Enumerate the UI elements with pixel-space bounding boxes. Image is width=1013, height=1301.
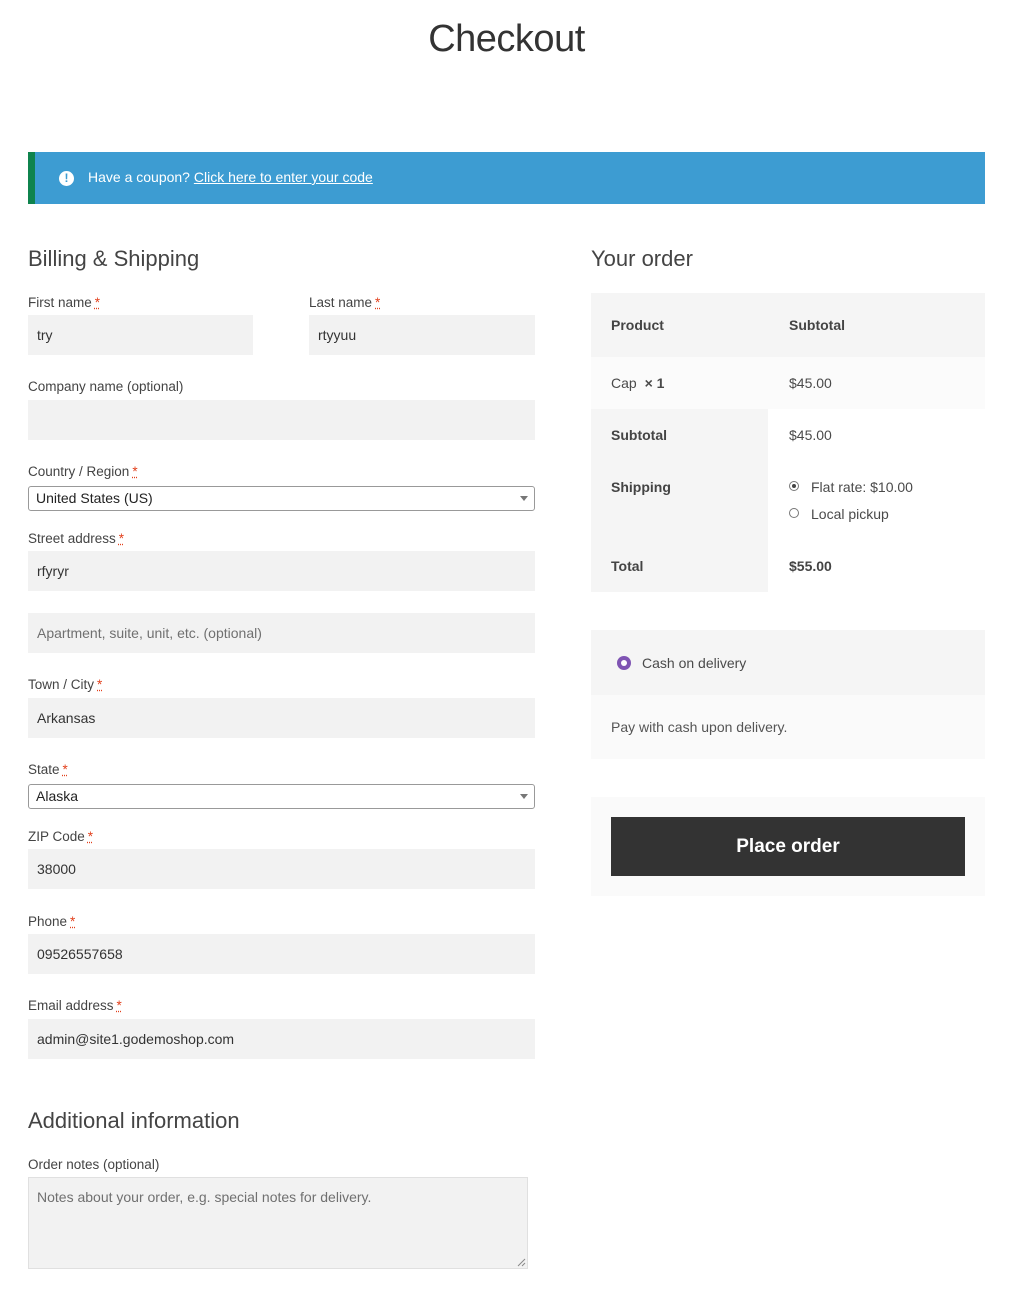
shipping-local-pickup-radio[interactable] — [789, 508, 799, 518]
shipping-local-pickup-label[interactable]: Local pickup — [811, 506, 889, 522]
order-item-name: Cap × 1 — [611, 375, 664, 391]
coupon-link[interactable]: Click here to enter your code — [194, 169, 373, 185]
order-notes-field[interactable]: Notes about your order, e.g. special not… — [28, 1177, 528, 1269]
phone-label: Phone * — [28, 914, 75, 929]
order-notes-placeholder: Notes about your order, e.g. special not… — [37, 1189, 372, 1205]
country-label: Country / Region * — [28, 464, 138, 479]
zip-label-text: ZIP Code — [28, 829, 85, 844]
state-label: State * — [28, 762, 68, 777]
required-mark: * — [87, 829, 94, 844]
street-label: Street address * — [28, 531, 124, 546]
first-name-label-text: First name — [28, 295, 92, 310]
order-notes-label: Order notes (optional) — [28, 1157, 160, 1172]
col-product-header: Product — [611, 317, 664, 333]
required-mark: * — [62, 762, 68, 777]
phone-label-text: Phone — [28, 914, 68, 929]
last-name-label-text: Last name — [309, 295, 373, 310]
total-label: Total — [611, 558, 644, 574]
email-label: Email address * — [28, 998, 122, 1013]
coupon-notice: ! Have a coupon? Click here to enter you… — [28, 152, 985, 204]
zip-label: ZIP Code * — [28, 829, 93, 844]
phone-field[interactable]: 09526557658 — [28, 934, 535, 974]
street-address-2-field[interactable]: Apartment, suite, unit, etc. (optional) — [28, 613, 535, 653]
col-subtotal-header: Subtotal — [789, 317, 845, 333]
required-mark: * — [70, 914, 76, 929]
payment-method-label[interactable]: Cash on delivery — [642, 655, 746, 671]
shipping-flat-rate-radio[interactable] — [789, 481, 799, 491]
first-name-field[interactable]: try — [28, 315, 253, 355]
item-quantity: × 1 — [644, 375, 665, 391]
state-select[interactable]: Alaska — [28, 784, 535, 809]
additional-info-heading: Additional information — [28, 1108, 240, 1133]
total-value: $55.00 — [789, 558, 832, 574]
billing-heading: Billing & Shipping — [28, 246, 200, 271]
info-icon: ! — [59, 171, 74, 186]
last-name-label: Last name * — [309, 295, 380, 310]
coupon-prompt: Have a coupon? — [88, 169, 190, 185]
required-mark: * — [94, 295, 101, 310]
subtotal-value: $45.00 — [789, 427, 832, 443]
resize-handle-icon[interactable] — [517, 1258, 526, 1267]
page-title: Checkout — [428, 18, 585, 60]
cash-on-delivery-radio[interactable] — [617, 656, 631, 670]
company-label: Company name (optional) — [28, 379, 184, 394]
payment-description-box: Pay with cash upon delivery. — [591, 695, 985, 759]
street-address-field[interactable]: rfyryr — [28, 551, 535, 591]
shipping-label: Shipping — [611, 479, 671, 495]
chevron-down-icon — [520, 794, 528, 799]
payment-method-row[interactable]: Cash on delivery — [591, 630, 985, 695]
city-label: Town / City * — [28, 677, 102, 692]
state-label-text: State — [28, 762, 60, 777]
coupon-text: Have a coupon? Click here to enter your … — [88, 169, 373, 185]
first-name-label: First name * — [28, 295, 100, 310]
payment-description: Pay with cash upon delivery. — [611, 719, 788, 735]
city-field[interactable]: Arkansas — [28, 698, 535, 738]
chevron-down-icon — [520, 496, 528, 501]
your-order-heading: Your order — [591, 246, 693, 271]
country-select[interactable]: United States (US) — [28, 486, 535, 511]
street-label-text: Street address — [28, 531, 116, 546]
zip-field[interactable]: 38000 — [28, 849, 535, 889]
required-mark: * — [375, 295, 381, 310]
country-label-text: Country / Region — [28, 464, 130, 479]
company-field[interactable] — [28, 400, 535, 440]
email-label-text: Email address — [28, 998, 114, 1013]
country-select-value: United States (US) — [36, 490, 153, 506]
required-mark: * — [116, 998, 122, 1013]
order-review-table: Product Subtotal Cap × 1 $45.00 Subtotal… — [591, 293, 985, 592]
item-price: $45.00 — [789, 375, 832, 391]
place-order-button[interactable]: Place order — [611, 817, 965, 876]
subtotal-label: Subtotal — [611, 427, 667, 443]
required-mark: * — [118, 531, 125, 546]
shipping-flat-rate-label[interactable]: Flat rate: $10.00 — [811, 479, 913, 495]
required-mark: * — [97, 677, 103, 692]
last-name-field[interactable]: rtyyuu — [309, 315, 535, 355]
required-mark: * — [132, 464, 138, 479]
state-select-value: Alaska — [36, 788, 79, 804]
item-name: Cap — [611, 375, 637, 391]
city-label-text: Town / City — [28, 677, 95, 692]
email-field[interactable]: admin@site1.godemoshop.com — [28, 1019, 535, 1059]
